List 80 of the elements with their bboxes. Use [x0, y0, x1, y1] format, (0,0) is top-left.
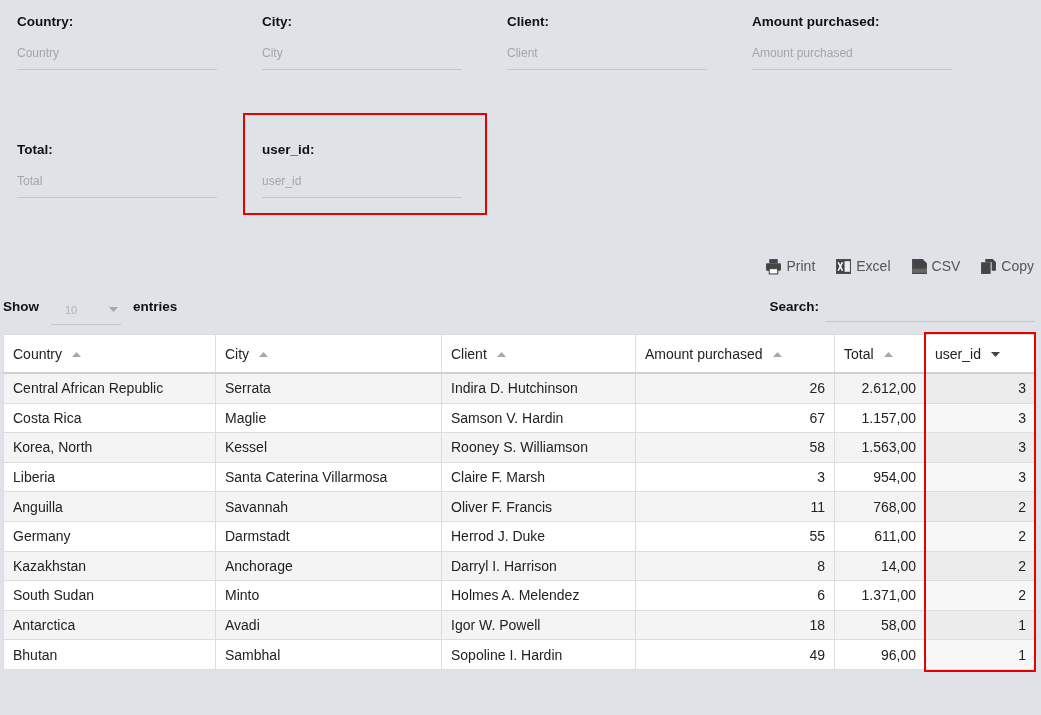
table-cell: Korea, North [3, 432, 216, 463]
table-cell: Savannah [215, 491, 442, 522]
table-cell: Anguilla [3, 491, 216, 522]
table-cell: Herrod J. Duke [441, 521, 636, 552]
show-label: Show [3, 298, 39, 314]
table-cell: South Sudan [3, 580, 216, 611]
table-cell: Serrata [215, 373, 442, 404]
table-cell: Sambhal [215, 639, 442, 670]
table-cell: Holmes A. Melendez [441, 580, 636, 611]
table-cell: Rooney S. Williamson [441, 432, 636, 463]
filter-label: Country: [17, 14, 75, 29]
column-header[interactable]: Amount purchased [635, 334, 835, 373]
table-cell: 3 [925, 432, 1036, 463]
table-cell: Kazakhstan [3, 551, 216, 581]
table-cell: 3 [925, 403, 1036, 433]
table-cell: Darryl I. Harrison [441, 551, 636, 581]
table-cell: Darmstadt [215, 521, 442, 552]
table-cell: 18 [635, 610, 835, 640]
filter-input[interactable]: Amount purchased [752, 41, 952, 70]
table-cell: Anchorage [215, 551, 442, 581]
filter-label: Client: [507, 14, 550, 29]
caret-icon [109, 307, 118, 312]
table-cell: 11 [635, 491, 835, 522]
table-cell: 3 [635, 462, 835, 492]
table-cell: 8 [635, 551, 835, 581]
export-button[interactable]: Copy [980, 257, 1034, 275]
export-button[interactable]: Print [765, 257, 816, 275]
table-cell: 26 [635, 373, 835, 404]
table-cell: 1 [925, 639, 1036, 670]
filter-input[interactable]: user_id [262, 169, 462, 198]
table-cell: Igor W. Powell [441, 610, 636, 640]
csv-file-icon [910, 257, 928, 275]
column-header[interactable]: Total [834, 334, 926, 373]
search-label: Search: [769, 298, 819, 314]
filter-input[interactable]: Total [17, 169, 217, 198]
table-cell: 3 [925, 373, 1036, 404]
table-cell: Minto [215, 580, 442, 611]
table-cell: Antarctica [3, 610, 216, 640]
column-header[interactable]: user_id [925, 334, 1036, 373]
table-cell: Germany [3, 521, 216, 552]
table-cell: Santa Caterina Villarmosa [215, 462, 442, 492]
filter-label: Total: [17, 142, 54, 157]
table-cell: 49 [635, 639, 835, 670]
filter-label: user_id: [262, 142, 316, 157]
table-cell: 2 [925, 580, 1036, 611]
column-header[interactable]: Client [441, 334, 636, 373]
table-cell: Costa Rica [3, 403, 216, 433]
table-cell: Kessel [215, 432, 442, 463]
export-button[interactable]: CSV [910, 257, 961, 275]
filter-label: Amount purchased: [752, 14, 881, 29]
table-cell: Sopoline I. Hardin [441, 639, 636, 670]
table-cell: Claire F. Marsh [441, 462, 636, 492]
table-cell: 2 [925, 521, 1036, 552]
filter-label: City: [262, 14, 293, 29]
table-cell: Maglie [215, 403, 442, 433]
table-cell: Oliver F. Francis [441, 491, 636, 522]
table-cell: 1 [925, 610, 1036, 640]
table-cell: Samson V. Hardin [441, 403, 636, 433]
column-header[interactable]: City [215, 334, 442, 373]
table-cell: 2 [925, 491, 1036, 522]
export-button[interactable]: Excel [835, 257, 891, 275]
table-cell: Liberia [3, 462, 216, 492]
table-cell: Indira D. Hutchinson [441, 373, 636, 404]
table-cell: Bhutan [3, 639, 216, 670]
filter-input[interactable]: Country [17, 41, 217, 70]
table-cell: Central African Republic [3, 373, 216, 404]
table-cell: Avadi [215, 610, 442, 640]
printer-icon [765, 257, 783, 275]
table-cell: 6 [635, 580, 835, 611]
table-cell: 67 [635, 403, 835, 433]
spreadsheet-icon [835, 257, 853, 275]
table-cell: 3 [925, 462, 1036, 492]
table-cell: 55 [635, 521, 835, 552]
entries-label: entries [133, 298, 178, 314]
filter-input[interactable]: City [262, 41, 462, 70]
table-cell: 58 [635, 432, 835, 463]
column-header[interactable]: Country [3, 334, 216, 373]
filter-input[interactable]: Client [507, 41, 707, 70]
table-cell: 2 [925, 551, 1036, 581]
copy-icon [980, 257, 998, 275]
